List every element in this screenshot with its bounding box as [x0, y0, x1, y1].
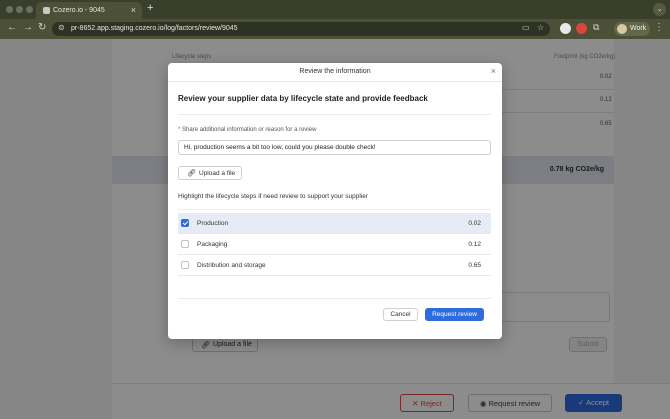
feedback-input[interactable] [178, 140, 491, 155]
window-minimize-dot[interactable] [16, 6, 23, 13]
upload-file-label: Upload a file [199, 170, 236, 177]
site-settings-icon[interactable]: ⊜ [58, 23, 65, 32]
browser-tab[interactable]: Cozero.io - 9045 × [36, 2, 142, 19]
avatar [617, 24, 627, 34]
table-row[interactable]: Production 0.02 [178, 213, 491, 234]
bookmark-star-icon[interactable]: ☆ [537, 23, 544, 32]
table-row[interactable]: Packaging 0.12 [178, 234, 491, 255]
row-name: Distribution and storage [197, 262, 266, 269]
tab-search-chevron-icon[interactable]: ⌄ [653, 3, 666, 16]
row-value: 0.02 [468, 220, 481, 227]
browser-toolbar: ← → ↻ ⊜ pr-8652.app.staging.cozero.io/lo… [0, 19, 670, 39]
url-text: pr-8652.app.staging.cozero.io/log/factor… [71, 25, 238, 32]
window-close-dot[interactable] [6, 6, 13, 13]
row-checkbox-packaging[interactable] [181, 240, 189, 248]
paperclip-icon: 🔗︎ [187, 170, 196, 177]
feedback-field-label: * Share additional information or reason… [178, 127, 316, 133]
feedback-field-label-text: Share additional information or reason f… [182, 127, 317, 133]
extension-red-icon[interactable] [576, 23, 587, 34]
table-row[interactable]: Distribution and storage 0.65 [178, 255, 491, 276]
row-name: Production [197, 220, 229, 227]
address-bar[interactable]: ⊜ pr-8652.app.staging.cozero.io/log/fact… [52, 22, 550, 36]
modal-title: Review the information [299, 68, 371, 75]
new-tab-icon[interactable]: + [147, 2, 153, 14]
row-name: Packaging [197, 241, 228, 248]
extensions-puzzle-icon[interactable]: ⧉ [593, 22, 599, 33]
extension-chrome-icon[interactable] [560, 23, 571, 34]
request-review-button[interactable]: Request review [425, 308, 484, 321]
forward-arrow-icon[interactable]: → [23, 22, 33, 33]
profile-label: Work [630, 25, 647, 32]
page: Lifecycle steps Footprint (kg CO2e/kg) 0… [0, 39, 670, 419]
cast-icon[interactable]: ▭ [522, 23, 530, 32]
lifecycle-subheading: Highlight the lifecycle steps if need re… [178, 193, 369, 200]
row-value: 0.65 [468, 262, 481, 269]
required-marker: * [178, 127, 181, 133]
profile-chip[interactable]: Work [614, 22, 650, 36]
cancel-button[interactable]: Cancel [383, 308, 418, 321]
row-value: 0.12 [468, 241, 481, 248]
row-checkbox-production[interactable] [181, 219, 189, 227]
row-checkbox-distribution[interactable] [181, 261, 189, 269]
tab-close-icon[interactable]: × [131, 5, 136, 15]
modal-header: Review the information × [168, 63, 502, 82]
reload-icon[interactable]: ↻ [38, 22, 46, 33]
divider [178, 114, 491, 115]
divider [178, 298, 491, 299]
modal-heading: Review your supplier data by lifecycle s… [178, 94, 428, 103]
divider [178, 209, 491, 210]
browser-tab-bar: Cozero.io - 9045 × + ⌄ [0, 0, 670, 19]
window-zoom-dot[interactable] [26, 6, 33, 13]
upload-file-button[interactable]: 🔗︎ Upload a file [178, 166, 242, 180]
review-modal: Review the information × Review your sup… [168, 63, 502, 339]
modal-close-icon[interactable]: × [491, 66, 496, 76]
back-arrow-icon[interactable]: ← [7, 22, 17, 33]
browser-menu-icon[interactable]: ⋮ [654, 22, 664, 33]
tab-title: Cozero.io - 9045 [53, 7, 105, 14]
favicon-icon [43, 7, 50, 14]
